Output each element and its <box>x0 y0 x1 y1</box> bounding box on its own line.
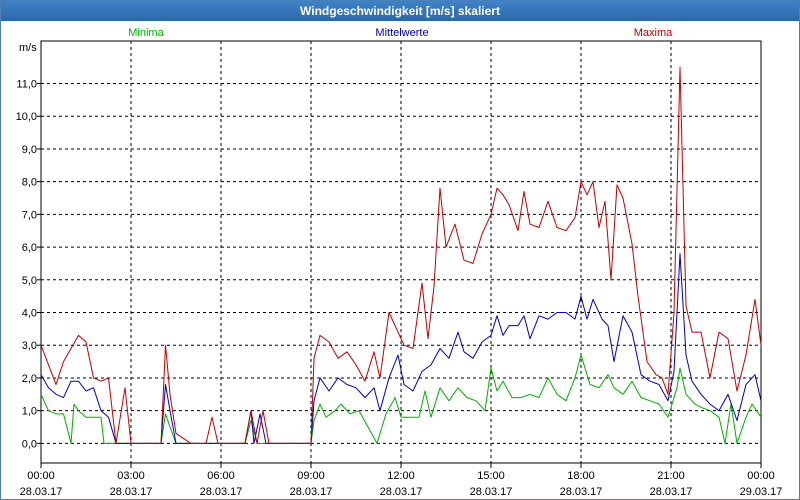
x-tick-time-label: 09:00 <box>297 470 325 482</box>
y-tick-label: 5,0 <box>22 275 37 287</box>
y-tick-label: 4,0 <box>22 308 37 320</box>
x-tick-date-label: 28.03.17 <box>470 486 513 498</box>
series-layer <box>40 66 762 444</box>
x-tick-time-label: 03:00 <box>117 470 145 482</box>
window-title: Windgeschwindigkeit [m/s] skaliert <box>1 1 799 21</box>
y-tick-label: 7,0 <box>22 209 37 221</box>
x-axis-ticks: 00:00 28.03.17 03:00 28.03.17 06:00 28.03.17 0… <box>20 463 783 498</box>
y-tick-label: 9,0 <box>22 144 37 156</box>
y-tick-label: 11,0 <box>16 79 37 91</box>
legend: Minima Mittelwerte Maxima <box>128 27 673 39</box>
y-tick-label: 3,0 <box>22 340 37 352</box>
series-line-maxima <box>40 66 762 444</box>
chart-window: Windgeschwindigkeit [m/s] skaliert 0,0 1,… <box>0 0 800 500</box>
y-tick-label: 1,0 <box>22 406 37 418</box>
grid <box>41 41 761 463</box>
y-axis-ticks: 0,0 1,0 2,0 3,0 4,0 5,0 6,0 7,0 8,0 9,0 10,0 11,0 <box>16 79 41 450</box>
x-tick-date-label: 28.03.17 <box>380 486 423 498</box>
x-tick-date-label: 29.03.17 <box>740 486 783 498</box>
x-tick-time-label: 15:00 <box>477 470 505 482</box>
y-axis-label: m/s <box>19 42 37 54</box>
x-tick-date-label: 28.03.17 <box>110 486 153 498</box>
x-tick-time-label: 06:00 <box>207 470 235 482</box>
x-tick-time-label: 18:00 <box>567 470 595 482</box>
x-tick-date-label: 28.03.17 <box>20 486 63 498</box>
x-tick-time-label: 00:00 <box>747 470 775 482</box>
x-tick-date-label: 28.03.17 <box>560 486 603 498</box>
x-tick-time-label: 21:00 <box>657 470 685 482</box>
y-tick-label: 0,0 <box>22 438 37 450</box>
y-tick-label: 10,0 <box>16 111 37 123</box>
y-tick-label: 6,0 <box>22 242 37 254</box>
legend-label-mittelwerte: Mittelwerte <box>375 27 428 39</box>
x-tick-time-label: 12:00 <box>387 470 415 482</box>
x-tick-date-label: 28.03.17 <box>200 486 243 498</box>
x-tick-time-label: 00:00 <box>27 470 55 482</box>
legend-label-maxima: Maxima <box>634 27 673 39</box>
x-tick-date-label: 28.03.17 <box>650 486 693 498</box>
line-chart: 0,0 1,0 2,0 3,0 4,0 5,0 6,0 7,0 8,0 9,0 10,0 11,0 0… <box>16 27 783 498</box>
x-tick-date-label: 28.03.17 <box>290 486 333 498</box>
y-tick-label: 2,0 <box>22 373 37 385</box>
legend-label-minima: Minima <box>128 27 164 39</box>
y-tick-label: 8,0 <box>22 177 37 189</box>
